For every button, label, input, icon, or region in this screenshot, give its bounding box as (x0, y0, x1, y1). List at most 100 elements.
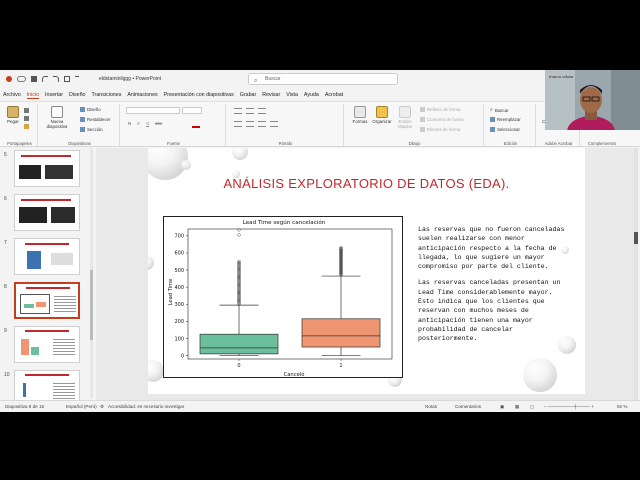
slide-scroll-thumb[interactable] (634, 232, 638, 244)
arrange-button[interactable]: Organizar (371, 106, 393, 124)
shapes-button[interactable]: Formas (350, 106, 370, 124)
language-indicator[interactable]: Español (Perú) (66, 404, 97, 409)
tab-acrobat[interactable]: Acrobat (325, 92, 343, 98)
bubble-decoration (148, 360, 164, 382)
ribbon: Pegar Portapapeles Nueva diapositiva Dis… (0, 101, 640, 147)
chart-marks: 0 100 200 300 400 500 600 700 0 1 (174, 228, 381, 369)
bubble-decoration (232, 148, 248, 160)
slide-thumbnail-9[interactable] (14, 326, 80, 363)
save-icon[interactable] (31, 76, 37, 82)
shape-effects-button[interactable]: Efectos de forma (420, 127, 460, 132)
layout-button[interactable]: Diseño (80, 107, 101, 112)
y-tick-label: 300 (174, 302, 184, 308)
slide-scrollbar[interactable] (634, 148, 638, 400)
bold-button[interactable]: N (128, 121, 131, 126)
slide-paragraph-1: Las reservas que no fueron canceladas su… (418, 226, 565, 271)
new-slide-icon (51, 106, 63, 118)
chart-title: Lead Time según cancelación (243, 219, 326, 226)
file-name: eldstaminilggg (99, 76, 131, 82)
slide-thumbnail-8[interactable] (14, 282, 80, 319)
quick-styles-button[interactable]: Estilos rápidos (394, 106, 416, 129)
format-painter-icon[interactable] (24, 124, 29, 129)
redo-icon[interactable] (53, 76, 59, 82)
group-label-fuente: Fuente (166, 141, 181, 146)
slide-thumbnail-7[interactable] (14, 238, 80, 275)
bullets-icon[interactable] (234, 108, 242, 114)
copy-icon[interactable] (24, 116, 29, 121)
accessibility-status[interactable]: Accesibilidad: es necesario investigar (108, 404, 184, 409)
find-icon: ⌕ (490, 107, 493, 113)
indent-icon[interactable] (258, 108, 266, 114)
justify-icon[interactable] (270, 121, 278, 127)
slide-title: ANÁLISIS EXPLORATORIO DE DATOS (EDA). (223, 176, 510, 191)
slideshow-icon[interactable] (64, 76, 70, 82)
slide-sorter-icon[interactable]: ▦ (515, 404, 519, 410)
slide-thumbnail-5[interactable] (14, 150, 80, 187)
box-iqr (199, 333, 279, 355)
group-label-portapapeles: Portapapeles (7, 141, 32, 146)
zoom-level[interactable]: 92 % (617, 404, 627, 409)
underline-button[interactable]: S (146, 121, 149, 126)
y-tick-label: 100 (174, 336, 184, 342)
slide-thumbnails-pane: 5 6 7 8 9 10 (0, 148, 92, 400)
zoom-slider[interactable]: − ────────┼──── + (544, 404, 594, 409)
shape-outline-button[interactable]: Contorno de forma (420, 117, 464, 122)
tab-presentacion[interactable]: Presentación con diapositivas (164, 92, 234, 98)
group-label-parrafo: Párrafo (278, 141, 293, 146)
slide-thumbnail-6[interactable] (14, 194, 80, 231)
boxplot-chart[interactable]: Lead Time según cancelación Lead Time Ca… (163, 216, 403, 378)
autosave-icon[interactable] (17, 76, 26, 82)
font-name-select[interactable] (126, 107, 180, 114)
y-tick-label: 600 (174, 251, 184, 257)
effects-icon (420, 127, 425, 132)
tab-grabar[interactable]: Grabar (240, 92, 257, 98)
slide-body-text[interactable]: Las reservas que no fueron canceladas su… (418, 225, 568, 351)
numbering-icon[interactable] (246, 108, 254, 114)
tab-archivo[interactable]: Archivo (3, 92, 21, 98)
section-icon (80, 127, 85, 132)
tab-transiciones[interactable]: Transiciones (92, 92, 122, 98)
section-button[interactable]: Sección (80, 127, 103, 132)
thumbnails-scroll-thumb[interactable] (90, 270, 93, 340)
paste-button[interactable]: Pegar (5, 106, 21, 124)
new-slide-button[interactable]: Nueva diapositiva (44, 106, 70, 129)
replace-button[interactable]: Reemplazar (490, 117, 521, 122)
quick-access-toolbar (6, 76, 79, 82)
slide-paragraph-2: Las reservas canceladas presentan un Lea… (418, 279, 561, 343)
powerpoint-window: eldstaminilggg • PowerPoint ⌕ Buscar Arc… (0, 70, 640, 412)
reset-button[interactable]: Restablecer (80, 117, 110, 122)
align-left-icon[interactable] (234, 121, 242, 127)
search-box[interactable]: ⌕ Buscar (248, 73, 398, 85)
reading-view-icon[interactable]: ▢ (530, 404, 534, 410)
y-tick-label: 200 (174, 319, 184, 325)
font-size-select[interactable] (182, 107, 202, 114)
shape-fill-button[interactable]: Relleno de forma (420, 107, 460, 112)
normal-view-icon[interactable]: ▣ (500, 404, 504, 410)
tab-vista[interactable]: Vista (286, 92, 298, 98)
accessibility-icon[interactable]: ⚙ (100, 404, 104, 410)
slide[interactable]: ANÁLISIS EXPLORATORIO DE DATOS (EDA). Le… (148, 148, 585, 394)
slide-thumbnail-10[interactable] (14, 370, 80, 400)
italic-button[interactable]: K (137, 121, 140, 126)
cut-icon[interactable] (24, 108, 29, 113)
strikethrough-button[interactable]: abc (155, 121, 162, 126)
tab-diseno[interactable]: Diseño (69, 92, 86, 98)
tab-animaciones[interactable]: Animaciones (127, 92, 157, 98)
tab-revisar[interactable]: Revisar (262, 92, 280, 98)
align-center-icon[interactable] (246, 121, 254, 127)
undo-icon[interactable] (42, 76, 48, 82)
group-portapapeles: Pegar Portapapeles (2, 104, 38, 146)
comments-button[interactable]: Comentarios (455, 404, 481, 409)
font-color-icon[interactable] (192, 121, 200, 128)
select-button[interactable]: Seleccionar (490, 127, 520, 132)
tab-ayuda[interactable]: Ayuda (304, 92, 319, 98)
find-button[interactable]: ⌕ Buscar (490, 107, 508, 113)
customize-icon[interactable] (75, 76, 79, 82)
chart-svg: Lead Time según cancelación Lead Time Ca… (168, 219, 393, 378)
status-bar: Diapositiva 8 de 15 Español (Perú) ⚙ Acc… (0, 400, 640, 412)
align-right-icon[interactable] (258, 121, 266, 127)
notes-button[interactable]: Notas (425, 404, 437, 409)
tab-inicio[interactable]: Inicio (26, 92, 40, 99)
group-label-edicion: Edición (503, 141, 518, 146)
tab-insertar[interactable]: Insertar (45, 92, 63, 98)
